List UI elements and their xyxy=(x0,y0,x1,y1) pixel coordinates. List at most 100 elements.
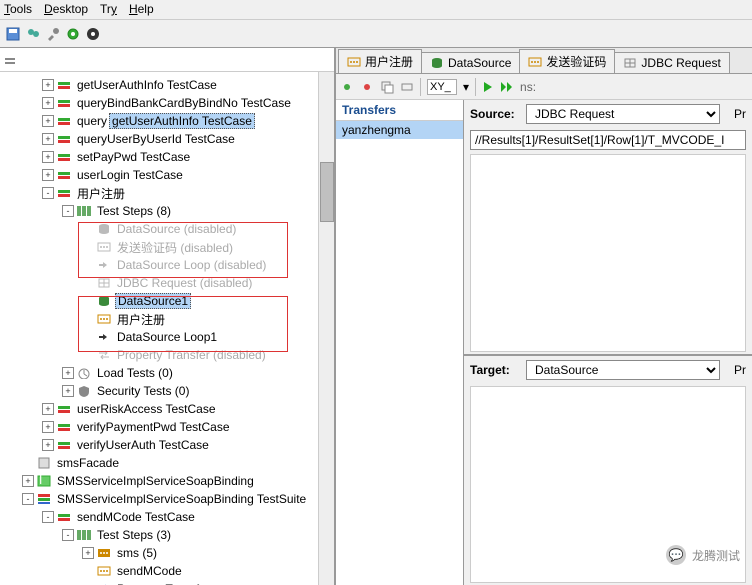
tree-item[interactable]: + sms (5) xyxy=(2,544,332,562)
tree-item[interactable]: DataSource1 xyxy=(2,292,332,310)
tree-label[interactable]: userLogin TestCase xyxy=(75,168,185,182)
tree-label[interactable]: smsFacade xyxy=(55,456,121,470)
tree-label[interactable]: 用户注册 xyxy=(115,311,167,328)
tree-item[interactable]: +querygetUserAuthInfo TestCase xyxy=(2,112,332,130)
xy-input[interactable] xyxy=(427,79,457,95)
tree-item[interactable]: + setPayPwd TestCase xyxy=(2,148,332,166)
rename-icon[interactable] xyxy=(400,80,414,94)
tree-label[interactable]: verifyUserAuth TestCase xyxy=(75,438,211,452)
tree-item[interactable]: + getUserAuthInfo TestCase xyxy=(2,76,332,94)
expander-icon[interactable]: + xyxy=(62,385,74,397)
gear-icon[interactable] xyxy=(84,25,102,43)
add-icon[interactable] xyxy=(340,80,354,94)
expander-icon[interactable]: + xyxy=(42,115,54,127)
editor-tab[interactable]: JDBC Request xyxy=(614,52,729,73)
project-tree[interactable]: + getUserAuthInfo TestCase + queryBindBankC… xyxy=(0,72,334,585)
tree-label[interactable]: getUserAuthInfo TestCase xyxy=(75,78,219,92)
expander-icon[interactable]: - xyxy=(22,493,34,505)
menu-tools[interactable]: TToolsools xyxy=(4,2,32,17)
expander-icon[interactable]: + xyxy=(62,367,74,379)
transfer-item[interactable]: yanzhengma xyxy=(336,121,463,139)
tree-item[interactable]: + userLogin TestCase xyxy=(2,166,332,184)
tree-item[interactable]: JDBC Request (disabled) xyxy=(2,274,332,292)
editor-tab[interactable]: 用户注册 xyxy=(338,49,422,73)
tree-label[interactable]: SMSServiceImplServiceSoapBinding xyxy=(55,474,256,488)
editor-tab[interactable]: DataSource xyxy=(421,52,520,73)
tree-item[interactable]: 用户注册 xyxy=(2,310,332,328)
tree-item[interactable]: DataSource Loop1 xyxy=(2,328,332,346)
tree-label[interactable]: Load Tests (0) xyxy=(95,366,175,380)
run-icon[interactable] xyxy=(482,81,494,93)
users-icon[interactable] xyxy=(24,25,42,43)
tree-item[interactable]: + Load Tests (0) xyxy=(2,364,332,382)
tree-label[interactable]: sendMCode xyxy=(115,564,184,578)
expander-icon[interactable]: - xyxy=(62,529,74,541)
expand-icon[interactable]: ▾ xyxy=(463,80,469,94)
tree-item[interactable]: + userRiskAccess TestCase xyxy=(2,400,332,418)
tools-icon[interactable] xyxy=(44,25,62,43)
expander-icon[interactable]: + xyxy=(42,403,54,415)
tree-label[interactable]: DataSource1 xyxy=(115,293,191,309)
expander-icon[interactable]: + xyxy=(42,169,54,181)
save-icon[interactable] xyxy=(4,25,22,43)
tree-item[interactable]: +ISMSServiceImplServiceSoapBinding xyxy=(2,472,332,490)
tree-label[interactable]: JDBC Request (disabled) xyxy=(115,276,254,290)
tree-label[interactable]: verifyPaymentPwd TestCase xyxy=(75,420,232,434)
expander-icon[interactable]: - xyxy=(42,187,54,199)
expander-icon[interactable]: - xyxy=(42,511,54,523)
run-all-icon[interactable] xyxy=(500,81,514,93)
prefs-icon[interactable] xyxy=(64,25,82,43)
tree-item[interactable]: 发送验证码 (disabled) xyxy=(2,238,332,256)
tree-item[interactable]: + queryUserByUserId TestCase xyxy=(2,130,332,148)
tree-label[interactable]: sms (5) xyxy=(115,546,159,560)
tree-label[interactable]: SMSServiceImplServiceSoapBinding TestSui… xyxy=(55,492,308,506)
expander-icon[interactable]: + xyxy=(42,79,54,91)
tree-label[interactable]: Test Steps (8) xyxy=(95,204,173,218)
tree-label[interactable]: queryBindBankCardByBindNo TestCase xyxy=(75,96,293,110)
expander-icon[interactable]: + xyxy=(22,475,34,487)
tree-label[interactable]: DataSource Loop (disabled) xyxy=(115,258,268,272)
expander-icon[interactable]: + xyxy=(42,133,54,145)
tree-item[interactable]: Property Transfer (disabled) xyxy=(2,346,332,364)
tree-item[interactable]: - Test Steps (8) xyxy=(2,202,332,220)
tree-item[interactable]: + queryBindBankCardByBindNo TestCase xyxy=(2,94,332,112)
tree-item[interactable]: + Security Tests (0) xyxy=(2,382,332,400)
tree-item[interactable]: DataSource Loop (disabled) xyxy=(2,256,332,274)
source-select[interactable]: JDBC Request xyxy=(526,104,720,124)
tree-label[interactable]: DataSource (disabled) xyxy=(115,222,238,236)
expander-icon[interactable]: + xyxy=(42,439,54,451)
tree-item[interactable]: - SMSServiceImplServiceSoapBinding TestSu… xyxy=(2,490,332,508)
menu-try[interactable]: Try xyxy=(100,2,117,17)
source-expression-input[interactable]: //Results[1]/ResultSet[1]/Row[1]/T_MVCOD… xyxy=(470,130,746,150)
menu-desktop[interactable]: Desktop xyxy=(44,2,88,17)
tree-label[interactable]: sendMCode TestCase xyxy=(75,510,197,524)
menu-help[interactable]: Help xyxy=(129,2,154,17)
expander-icon[interactable]: - xyxy=(62,205,74,217)
expander-icon[interactable]: + xyxy=(42,151,54,163)
tree-label[interactable]: setPayPwd TestCase xyxy=(75,150,192,164)
remove-icon[interactable] xyxy=(360,80,374,94)
tree-item[interactable]: -Test Steps (3) xyxy=(2,526,332,544)
tree-label[interactable]: userRiskAccess TestCase xyxy=(75,402,218,416)
tree-item[interactable]: + verifyPaymentPwd TestCase xyxy=(2,418,332,436)
tree-item[interactable]: + verifyUserAuth TestCase xyxy=(2,436,332,454)
editor-tab[interactable]: 发送验证码 xyxy=(519,49,615,73)
tree-item[interactable]: - sendMCode TestCase xyxy=(2,508,332,526)
scrollbar[interactable] xyxy=(318,72,334,585)
collapse-icon[interactable] xyxy=(4,54,16,66)
tree-item[interactable]: - 用户注册 xyxy=(2,184,332,202)
tree-label[interactable]: 发送验证码 (disabled) xyxy=(115,239,235,256)
tree-label[interactable]: 用户注册 xyxy=(75,185,127,202)
tree-item[interactable]: sendMCode xyxy=(2,562,332,580)
copy-icon[interactable] xyxy=(380,80,394,94)
expander-icon[interactable]: + xyxy=(42,97,54,109)
expander-icon[interactable]: + xyxy=(82,547,94,559)
expander-icon[interactable]: + xyxy=(42,421,54,433)
tree-item[interactable]: smsFacade xyxy=(2,454,332,472)
tree-label[interactable]: queryUserByUserId TestCase xyxy=(75,132,237,146)
tree-item[interactable]: Property Transfer xyxy=(2,580,332,585)
expression-area[interactable] xyxy=(470,154,746,352)
tree-label[interactable]: Security Tests (0) xyxy=(95,384,191,398)
tree-item[interactable]: DataSource (disabled) xyxy=(2,220,332,238)
tree-label[interactable]: Property Transfer (disabled) xyxy=(115,348,268,362)
